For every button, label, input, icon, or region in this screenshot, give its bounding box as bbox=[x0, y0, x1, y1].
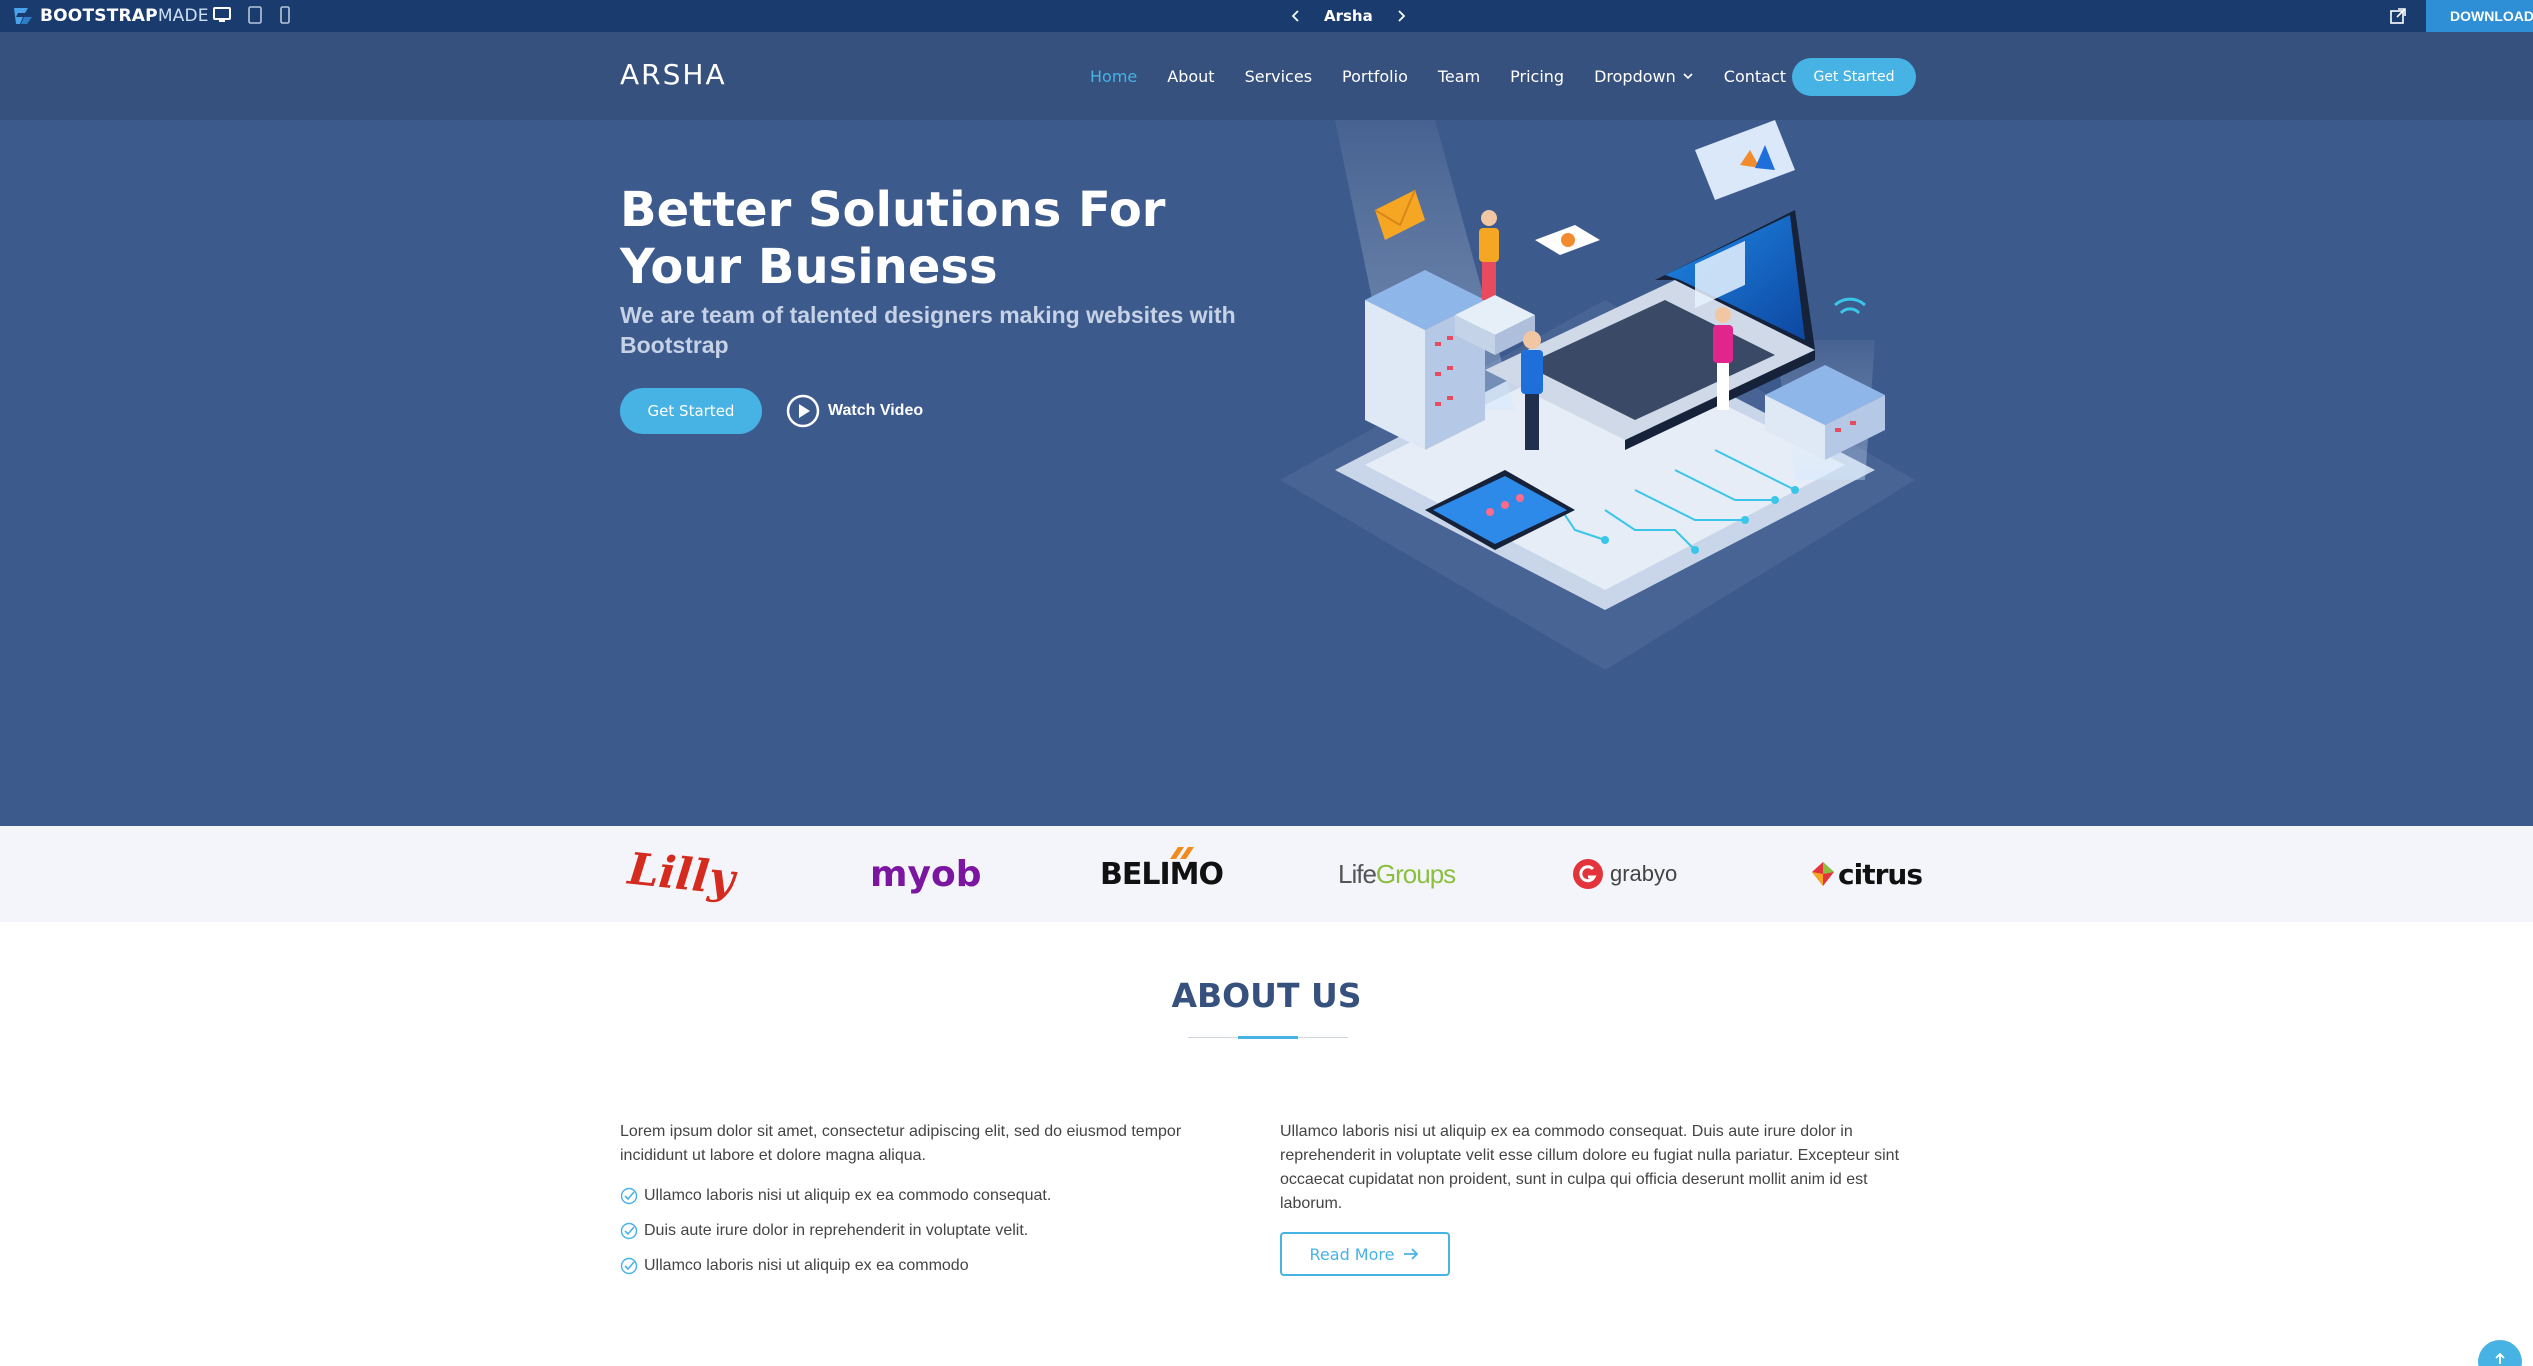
nav-team[interactable]: Team bbox=[1438, 67, 1480, 86]
arrow-right-icon bbox=[1404, 1248, 1419, 1260]
desktop-icon[interactable] bbox=[212, 5, 232, 25]
chevron-down-icon bbox=[1683, 73, 1693, 80]
bootstrapmade-logo[interactable]: BOOTSTRAPMADE bbox=[12, 4, 209, 28]
client-lilly-text: Lilly bbox=[625, 843, 738, 905]
client-grabyo-text: grabyo bbox=[1610, 861, 1678, 886]
about-check-text: Ullamco laboris nisi ut aliquip ex ea co… bbox=[644, 1186, 1052, 1204]
client-belimo-text: BELIMO bbox=[1100, 856, 1224, 892]
client-logo-belimo: BELIMO bbox=[1100, 846, 1224, 902]
nav-home[interactable]: Home bbox=[1090, 67, 1137, 86]
read-more-button[interactable]: Read More bbox=[1280, 1232, 1450, 1276]
hero-title: Better Solutions For Your Business bbox=[620, 182, 1166, 295]
hero-illustration bbox=[1280, 120, 1915, 670]
check-circle-icon bbox=[620, 1222, 638, 1239]
client-logo-grabyo: grabyo bbox=[1572, 846, 1677, 902]
download-button[interactable]: DOWNLOAD bbox=[2426, 0, 2533, 32]
client-citrus-text: citrus bbox=[1838, 857, 1923, 891]
about-left-column: Lorem ipsum dolor sit amet, consectetur … bbox=[620, 1120, 1240, 1283]
nav-services-label: Services bbox=[1244, 66, 1313, 86]
check-circle-icon bbox=[620, 1257, 638, 1274]
nav-pricing[interactable]: Pricing bbox=[1510, 67, 1564, 86]
about-check-item: Ullamco laboris nisi ut aliquip ex ea co… bbox=[620, 1178, 1240, 1213]
client-logo-lilly: Lilly bbox=[625, 843, 738, 905]
nav-about[interactable]: About bbox=[1167, 67, 1214, 86]
back-to-top-button[interactable] bbox=[2478, 1340, 2522, 1366]
arrow-up-icon bbox=[2495, 1352, 2505, 1364]
about-title-accent bbox=[1238, 1036, 1298, 1039]
client-life-text: Life bbox=[1338, 858, 1377, 889]
chevron-left-icon[interactable] bbox=[1290, 9, 1302, 23]
client-logo-lifegroups: Life Groups bbox=[1338, 846, 1456, 902]
tablet-icon[interactable] bbox=[246, 5, 264, 25]
nav-about-label: About bbox=[1167, 66, 1215, 86]
template-name: Arsha bbox=[1324, 7, 1373, 25]
about-left-paragraph: Lorem ipsum dolor sit amet, consectetur … bbox=[620, 1123, 1182, 1164]
main-nav: Home About Services Portfolio Team Prici… bbox=[1090, 32, 1816, 120]
about-right-column: Ullamco laboris nisi ut aliquip ex ea co… bbox=[1280, 1120, 1920, 1216]
play-circle-icon bbox=[786, 394, 820, 428]
chevron-right-icon[interactable] bbox=[1395, 9, 1407, 23]
client-logo-myob: myob bbox=[870, 846, 981, 902]
watch-video-label: Watch Video bbox=[828, 402, 924, 419]
site-logo[interactable]: ARSHA bbox=[620, 58, 727, 91]
about-check-item: Duis aute irure dolor in reprehenderit i… bbox=[620, 1213, 1240, 1248]
nav-portfolio-label: Portfolio bbox=[1342, 66, 1408, 86]
logo-text-light: MADE bbox=[157, 6, 209, 26]
nav-dropdown[interactable]: Dropdown bbox=[1594, 67, 1694, 86]
nav-pricing-label: Pricing bbox=[1510, 66, 1565, 86]
nav-portfolio[interactable]: Portfolio bbox=[1342, 67, 1408, 86]
grabyo-icon bbox=[1573, 859, 1603, 889]
preview-bar: BOOTSTRAPMADE Arsha DOWNLOAD bbox=[0, 0, 2533, 32]
watch-video-button[interactable]: Watch Video bbox=[786, 392, 923, 430]
bootstrapmade-logo-icon bbox=[14, 8, 32, 24]
template-switcher: Arsha bbox=[1290, 0, 1407, 32]
download-label: DOWNLOAD bbox=[2450, 8, 2533, 24]
about-right-paragraph: Ullamco laboris nisi ut aliquip ex ea co… bbox=[1280, 1123, 1900, 1212]
header-get-started-button[interactable]: Get Started bbox=[1792, 58, 1916, 96]
read-more-label: Read More bbox=[1309, 1244, 1395, 1264]
about-check-item: Ullamco laboris nisi ut aliquip ex ea co… bbox=[620, 1248, 1240, 1283]
logo-text-bold: BOOTSTRAP bbox=[40, 6, 158, 26]
hero-subtitle: We are team of talented designers making… bbox=[620, 302, 1236, 358]
nav-contact[interactable]: Contact bbox=[1724, 67, 1786, 86]
client-myob-text: myob bbox=[870, 853, 982, 895]
hero-get-started-button[interactable]: Get Started bbox=[620, 388, 762, 434]
client-logo-citrus: citrus bbox=[1810, 846, 1923, 902]
hero-section: Better Solutions For Your Business We ar… bbox=[0, 120, 2533, 826]
citrus-icon bbox=[1812, 862, 1834, 886]
nav-contact-label: Contact bbox=[1723, 66, 1787, 86]
device-switcher bbox=[212, 5, 292, 25]
nav-services[interactable]: Services bbox=[1245, 67, 1312, 86]
about-check-text: Ullamco laboris nisi ut aliquip ex ea co… bbox=[644, 1256, 969, 1274]
client-groups-text: Groups bbox=[1375, 858, 1456, 889]
about-check-text: Duis aute irure dolor in reprehenderit i… bbox=[644, 1221, 1029, 1239]
nav-home-label: Home bbox=[1090, 66, 1138, 86]
site-header: ARSHA Home About Services Portfolio Team… bbox=[0, 32, 2533, 120]
belimo-mark-icon bbox=[1170, 846, 1194, 859]
about-title: ABOUT US bbox=[1171, 976, 1362, 1015]
mobile-icon[interactable] bbox=[278, 5, 292, 25]
clients-section: Lilly myob BELIMO Life Groups grabyo citr… bbox=[0, 826, 2533, 922]
nav-dropdown-label: Dropdown bbox=[1594, 66, 1676, 86]
nav-team-label: Team bbox=[1437, 66, 1481, 86]
check-circle-icon bbox=[620, 1187, 638, 1204]
external-link-icon[interactable] bbox=[2388, 6, 2408, 26]
